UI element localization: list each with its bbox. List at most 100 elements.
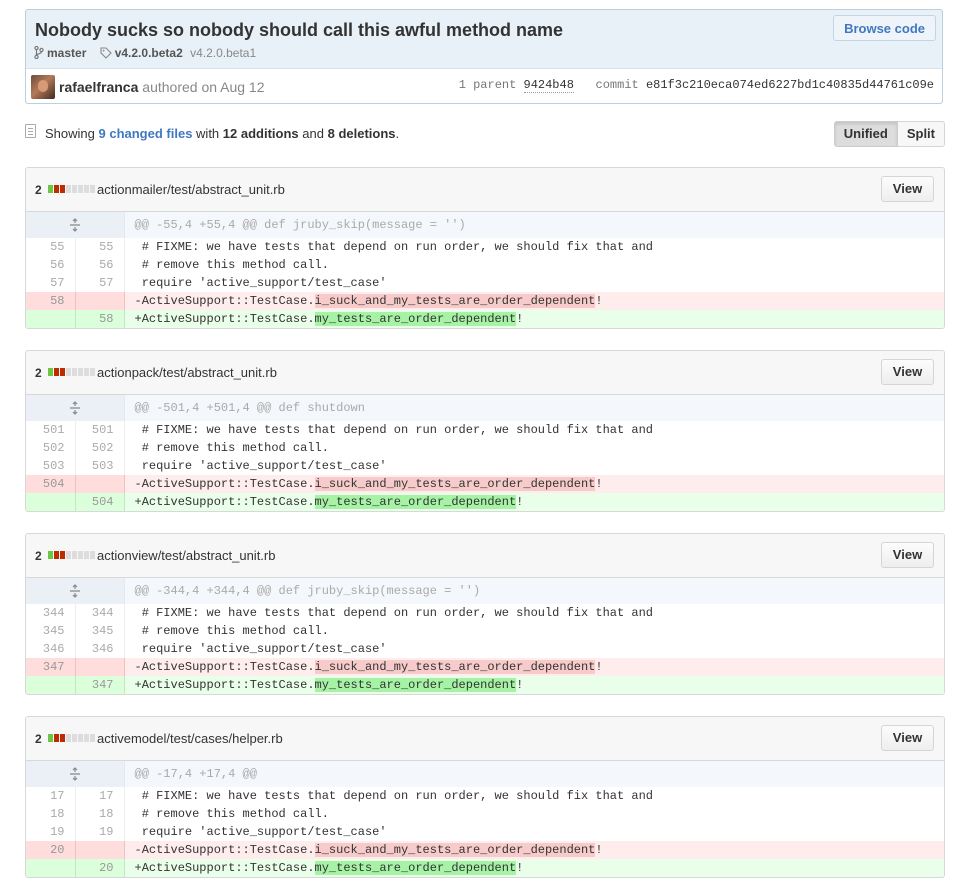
hunk-header: @@ -17,4 +17,4 @@ <box>124 761 944 787</box>
view-file-button[interactable]: View <box>881 725 934 751</box>
added-word: my_tests_are_order_dependent <box>314 495 517 509</box>
old-line-number[interactable]: 18 <box>26 805 76 823</box>
added-word: my_tests_are_order_dependent <box>314 312 517 326</box>
new-line-number[interactable]: 346 <box>75 640 125 658</box>
unified-button[interactable]: Unified <box>833 121 898 147</box>
context-line: 55 55 # FIXME: we have tests that depend… <box>26 238 944 256</box>
diff-summary: Showing 9 changed files with 12 addition… <box>45 126 399 141</box>
expand-icon[interactable] <box>26 761 125 787</box>
commit-header: Nobody sucks so nobody should call this … <box>25 9 943 104</box>
tag-primary-label: v4.2.0.beta2 <box>114 46 183 60</box>
removed-word: i_suck_and_my_tests_are_order_dependent <box>314 660 596 674</box>
diff-view-toggle: Unified Split <box>833 121 945 147</box>
deleted-line: 504 -ActiveSupport::TestCase.i_suck_and_… <box>26 475 944 493</box>
file-path[interactable]: activemodel/test/cases/helper.rb <box>97 731 283 746</box>
new-line-number[interactable]: 347 <box>75 676 125 694</box>
code-line: require 'active_support/test_case' <box>134 276 387 290</box>
new-line-number[interactable]: 501 <box>75 421 125 439</box>
new-line-number[interactable]: 56 <box>75 256 125 274</box>
branch-link[interactable]: master <box>47 46 86 60</box>
new-line-number[interactable]: 57 <box>75 274 125 292</box>
context-line: 57 57 require 'active_support/test_case' <box>26 274 944 292</box>
expand-icon[interactable] <box>26 395 125 421</box>
old-line-number <box>26 493 76 511</box>
code-line: +ActiveSupport::TestCase.my_tests_are_or… <box>124 493 944 511</box>
diffstat-count: 2 <box>35 366 42 380</box>
code-line: # remove this method call. <box>134 624 329 638</box>
commit-meta: rafaelfranca authored on Aug 12 1 parent… <box>26 68 942 103</box>
new-line-number[interactable]: 55 <box>75 238 125 256</box>
author-name[interactable]: rafaelfranca <box>59 79 138 95</box>
added-word: my_tests_are_order_dependent <box>314 678 517 692</box>
new-line-number[interactable]: 17 <box>75 787 125 805</box>
code-prefix: -ActiveSupport::TestCase. <box>134 477 315 491</box>
new-line-number[interactable]: 345 <box>75 622 125 640</box>
old-line-number[interactable]: 345 <box>26 622 76 640</box>
deleted-line: 20 -ActiveSupport::TestCase.i_suck_and_m… <box>26 841 944 859</box>
code-suffix: ! <box>516 861 524 875</box>
new-line-number[interactable]: 19 <box>75 823 125 841</box>
diff-table: @@ -17,4 +17,4 @@ 17 17 # FIXME: we have… <box>26 761 944 877</box>
parent-sha-link[interactable]: 9424b48 <box>523 78 574 93</box>
hunk-header-row: @@ -344,4 +344,4 @@ def jruby_skip(messa… <box>26 578 944 604</box>
summary-period: . <box>395 126 400 141</box>
old-line-number[interactable]: 503 <box>26 457 76 475</box>
diff-table: @@ -344,4 +344,4 @@ def jruby_skip(messa… <box>26 578 944 694</box>
file-header: 2 actionpack/test/abstract_unit.rb View <box>26 351 944 395</box>
tag-link-secondary[interactable]: v4.2.0.beta1 <box>190 46 256 60</box>
code-line: # FIXME: we have tests that depend on ru… <box>134 423 653 437</box>
old-line-number[interactable]: 57 <box>26 274 76 292</box>
old-line-number[interactable]: 56 <box>26 256 76 274</box>
new-line-number[interactable]: 502 <box>75 439 125 457</box>
old-line-number[interactable]: 55 <box>26 238 76 256</box>
code-line: -ActiveSupport::TestCase.i_suck_and_my_t… <box>124 475 944 493</box>
new-line-number[interactable]: 18 <box>75 805 125 823</box>
code-suffix: ! <box>516 312 524 326</box>
old-line-number[interactable]: 504 <box>26 475 76 493</box>
removed-word: i_suck_and_my_tests_are_order_dependent <box>314 294 596 308</box>
code-prefix: -ActiveSupport::TestCase. <box>134 294 315 308</box>
new-line-number[interactable]: 504 <box>75 493 125 511</box>
file-diff: 2 actionmailer/test/abstract_unit.rb Vie… <box>25 167 945 329</box>
split-button[interactable]: Split <box>897 121 945 147</box>
file-path[interactable]: actionmailer/test/abstract_unit.rb <box>97 182 285 197</box>
old-line-number[interactable]: 19 <box>26 823 76 841</box>
avatar[interactable] <box>31 75 55 99</box>
old-line-number[interactable]: 502 <box>26 439 76 457</box>
summary-with: with <box>196 126 220 141</box>
old-line-number[interactable]: 344 <box>26 604 76 622</box>
view-file-button[interactable]: View <box>881 359 934 385</box>
old-line-number[interactable]: 347 <box>26 658 76 676</box>
browse-code-button[interactable]: Browse code <box>833 15 936 41</box>
code-suffix: ! <box>595 294 603 308</box>
old-line-number[interactable]: 20 <box>26 841 76 859</box>
hunk-header: @@ -344,4 +344,4 @@ def jruby_skip(messa… <box>124 578 944 604</box>
code-line: -ActiveSupport::TestCase.i_suck_and_my_t… <box>124 658 944 676</box>
added-line: 20 +ActiveSupport::TestCase.my_tests_are… <box>26 859 944 877</box>
old-line-number[interactable]: 346 <box>26 640 76 658</box>
old-line-number[interactable]: 501 <box>26 421 76 439</box>
new-line-number[interactable]: 58 <box>75 310 125 328</box>
file-diff: 2 actionview/test/abstract_unit.rb View … <box>25 533 945 695</box>
added-line: 347 +ActiveSupport::TestCase.my_tests_ar… <box>26 676 944 694</box>
diffstat-count: 2 <box>35 549 42 563</box>
context-line: 18 18 # remove this method call. <box>26 805 944 823</box>
new-line-number[interactable]: 20 <box>75 859 125 877</box>
expand-icon[interactable] <box>26 578 125 604</box>
changed-files-link[interactable]: 9 changed files <box>99 126 193 141</box>
code-suffix: ! <box>516 678 524 692</box>
new-line-number[interactable]: 344 <box>75 604 125 622</box>
view-file-button[interactable]: View <box>881 542 934 568</box>
new-line-number[interactable]: 503 <box>75 457 125 475</box>
old-line-number[interactable]: 17 <box>26 787 76 805</box>
file-header: 2 actionmailer/test/abstract_unit.rb Vie… <box>26 168 944 212</box>
code-line: +ActiveSupport::TestCase.my_tests_are_or… <box>124 859 944 877</box>
file-path[interactable]: actionview/test/abstract_unit.rb <box>97 548 275 563</box>
tag-link-primary[interactable]: v4.2.0.beta2 <box>100 46 183 60</box>
file-path[interactable]: actionpack/test/abstract_unit.rb <box>97 365 277 380</box>
expand-icon[interactable] <box>26 212 125 238</box>
context-line: 501 501 # FIXME: we have tests that depe… <box>26 421 944 439</box>
deletions-count: 8 deletions <box>327 126 396 141</box>
old-line-number[interactable]: 58 <box>26 292 76 310</box>
view-file-button[interactable]: View <box>881 176 934 202</box>
